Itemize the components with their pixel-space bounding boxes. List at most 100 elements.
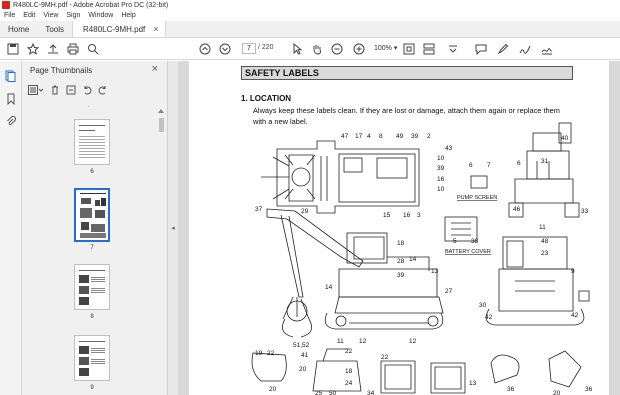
highlight-pen-icon[interactable] xyxy=(496,42,510,56)
hand-tool-icon[interactable] xyxy=(310,42,324,56)
thumbnail-number: 6 xyxy=(90,169,94,175)
rotate-right-icon[interactable] xyxy=(98,85,108,95)
tab-home[interactable]: Home xyxy=(0,21,37,37)
comment-icon[interactable] xyxy=(474,42,488,56)
callout-19: 19 xyxy=(255,350,263,357)
callout-39c: 39 xyxy=(397,272,405,279)
menu-window[interactable]: Window xyxy=(88,12,113,19)
page-display-icon[interactable] xyxy=(422,42,436,56)
select-cursor-icon[interactable] xyxy=(290,42,304,56)
safety-label-diagram: 47 17 4 8 49 39 2 43 10 39 16 10 15 16 3… xyxy=(251,122,593,395)
callout-38: 38 xyxy=(471,238,479,245)
menu-file[interactable]: File xyxy=(4,12,15,19)
callout-11b: 11 xyxy=(337,338,344,345)
zoom-level[interactable]: 100% ▾ xyxy=(374,43,400,54)
callout-41: 41 xyxy=(301,352,309,359)
thumbnail-number: 7 xyxy=(90,245,94,251)
insert-page-icon[interactable] xyxy=(66,85,76,95)
upload-icon[interactable] xyxy=(46,42,60,56)
callout-13b: 13 xyxy=(469,380,477,387)
tab-document-label: R480LC-9MH.pdf xyxy=(83,24,146,34)
callout-27: 27 xyxy=(445,288,453,295)
callout-46: 46 xyxy=(513,206,521,213)
page-thumbnails-panel: Page Thumbnails × · 6 7 8 9 xyxy=(22,61,168,395)
callout-36b: 36 xyxy=(585,386,593,393)
menu-view[interactable]: View xyxy=(43,12,58,19)
thumbnail-page-8[interactable] xyxy=(74,264,110,310)
zoom-value: 100% xyxy=(374,45,392,52)
thumbnail-page-7[interactable] xyxy=(74,188,110,242)
collapse-panel-icon[interactable]: ◂ xyxy=(168,61,178,395)
chevron-down-icon[interactable] xyxy=(446,42,460,56)
callout-14b: 14 xyxy=(325,284,333,291)
title-bar: R480LC-9MH.pdf - Adobe Acrobat Pro DC (3… xyxy=(0,0,620,10)
close-tab-icon[interactable]: × xyxy=(153,24,158,34)
callout-22: 22 xyxy=(267,350,275,357)
options-menu-icon[interactable] xyxy=(28,85,44,95)
bookmark-star-icon[interactable] xyxy=(26,42,40,56)
attachments-icon[interactable] xyxy=(4,114,17,127)
page-thumbnails-icon[interactable] xyxy=(4,69,17,82)
callout-3: 3 xyxy=(417,212,421,219)
thumb-marker: · xyxy=(88,104,90,110)
callout-2: 2 xyxy=(427,133,431,140)
caption-battery-cover: BATTERY COVER xyxy=(445,249,491,255)
menu-bar: File Edit View Sign Window Help xyxy=(0,10,620,21)
scroll-thumb[interactable] xyxy=(159,118,164,132)
thumbnail-page-6[interactable] xyxy=(74,119,110,165)
tab-bar: Home Tools R480LC-9MH.pdf × xyxy=(0,21,620,38)
callout-39: 39 xyxy=(411,133,419,140)
callout-12: 12 xyxy=(359,338,367,345)
callout-18: 18 xyxy=(397,240,405,247)
callout-29: 29 xyxy=(301,208,309,215)
next-page-icon[interactable] xyxy=(218,42,232,56)
callout-16b: 16 xyxy=(403,212,411,219)
print-icon[interactable] xyxy=(66,42,80,56)
thumbnail-tools xyxy=(28,83,108,97)
tab-tools[interactable]: Tools xyxy=(37,21,72,37)
thumbnail-scrollbar[interactable] xyxy=(158,106,164,392)
callout-49: 49 xyxy=(396,133,404,140)
zoom-out-icon[interactable] xyxy=(330,42,344,56)
callout-14: 14 xyxy=(409,256,417,263)
tab-tools-label: Tools xyxy=(45,24,65,34)
scroll-up-icon[interactable] xyxy=(158,108,164,113)
callout-25: 25 xyxy=(315,390,323,395)
sign-icon[interactable] xyxy=(540,42,554,56)
zoom-in-icon[interactable] xyxy=(352,42,366,56)
callout-5: 5 xyxy=(453,238,457,245)
callout-9: 9 xyxy=(571,268,575,275)
thumbnail-number: 9 xyxy=(90,385,94,391)
menu-sign[interactable]: Sign xyxy=(66,12,80,19)
save-icon[interactable] xyxy=(6,42,20,56)
callout-36: 36 xyxy=(507,386,515,393)
menu-edit[interactable]: Edit xyxy=(23,12,35,19)
callout-20c: 20 xyxy=(553,390,561,395)
toolbar: 7 / 220 100% ▾ xyxy=(0,38,620,60)
draw-icon[interactable] xyxy=(518,42,532,56)
document-view[interactable]: SAFETY LABELS 1. LOCATION Always keep th… xyxy=(178,61,620,395)
search-icon[interactable] xyxy=(86,42,100,56)
fit-page-icon[interactable] xyxy=(402,42,416,56)
bookmarks-icon[interactable] xyxy=(4,92,17,105)
menu-help[interactable]: Help xyxy=(121,12,135,19)
callout-47: 47 xyxy=(341,133,349,140)
callout-13: 13 xyxy=(431,268,439,275)
delete-page-icon[interactable] xyxy=(50,85,60,95)
thumbnail-page-9[interactable] xyxy=(74,335,110,381)
callout-17: 17 xyxy=(355,133,363,140)
callout-37: 37 xyxy=(255,206,263,213)
page-number-input[interactable]: 7 xyxy=(242,43,256,54)
callout-23: 23 xyxy=(541,250,549,257)
callout-8: 8 xyxy=(379,133,383,140)
close-icon[interactable]: × xyxy=(152,63,158,75)
callout-24: 24 xyxy=(345,380,353,387)
caption-pump-screen: PUMP SCREEN xyxy=(457,195,497,201)
callout-18b: 18 xyxy=(345,368,353,375)
rotate-left-icon[interactable] xyxy=(82,85,92,95)
callout-43: 43 xyxy=(445,145,453,152)
previous-page-icon[interactable] xyxy=(198,42,212,56)
tab-document[interactable]: R480LC-9MH.pdf × xyxy=(72,21,166,37)
page-count: / 220 xyxy=(258,44,274,51)
callout-48: 48 xyxy=(541,238,549,245)
